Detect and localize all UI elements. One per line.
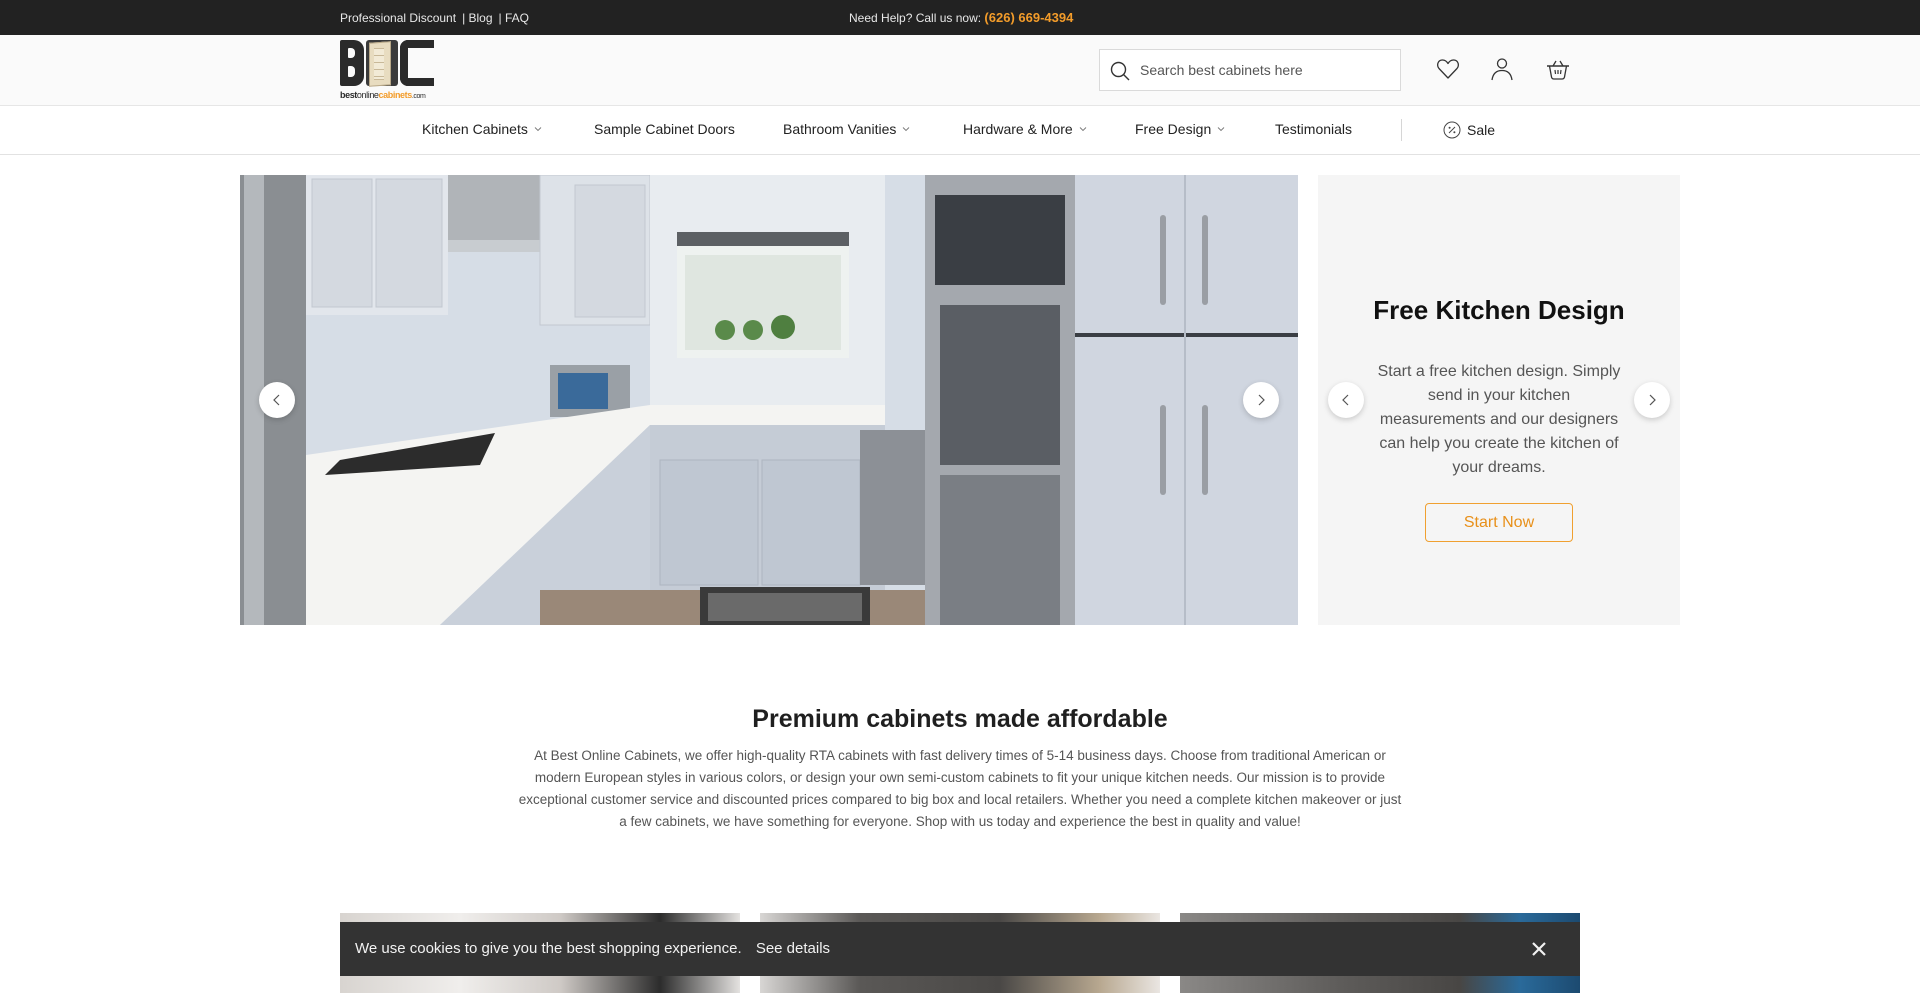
hero-prev-button[interactable] [259, 382, 295, 418]
free-design-promo: Free Kitchen Design Start a free kitchen… [1318, 175, 1680, 625]
search-box[interactable] [1099, 49, 1401, 91]
chevron-left-icon [273, 394, 280, 406]
logo-letter-b [340, 40, 364, 86]
nav-bathroom-vanities-label: Bathroom Vanities [783, 121, 897, 137]
chevron-down-icon [1079, 127, 1087, 132]
nav-sale-label: Sale [1467, 122, 1496, 138]
promo-title: Free Kitchen Design [1373, 295, 1625, 325]
nav-testimonials-label: Testimonials [1275, 121, 1353, 137]
logo-letter-c [400, 40, 434, 86]
chevron-down-icon [534, 127, 542, 132]
top-bar: Professional Discount | Blog | FAQ Need … [0, 0, 1920, 35]
start-now-button[interactable]: Start Now [1425, 503, 1573, 542]
nav-sample-cabinet-doors-label: Sample Cabinet Doors [594, 121, 735, 137]
nav-bathroom-vanities[interactable]: Bathroom Vanities [783, 121, 910, 137]
chevron-down-icon [1217, 127, 1225, 132]
nav-testimonials[interactable]: Testimonials [1275, 121, 1352, 137]
top-links: Professional Discount | Blog | FAQ [340, 11, 529, 25]
faq-link[interactable]: | FAQ [499, 11, 529, 25]
cookie-message-row: We use cookies to give you the best shop… [355, 940, 830, 957]
chevron-right-icon [1258, 394, 1265, 406]
nav-kitchen-cabinets-label: Kitchen Cabinets [422, 121, 528, 137]
chevron-right-icon [1649, 394, 1656, 406]
blog-link[interactable]: | Blog [462, 11, 492, 25]
logo-url-online: online [356, 90, 379, 100]
intro-title: Premium cabinets made affordable [752, 705, 1168, 733]
nav-hardware-more-label: Hardware & More [963, 121, 1073, 137]
heart-icon[interactable] [1435, 56, 1461, 82]
intro-text: At Best Online Cabinets, we offer high-q… [518, 748, 1402, 829]
hero-kitchen-image [240, 175, 1298, 625]
phone-link[interactable]: (626) 669-4394 [984, 10, 1073, 25]
cookie-banner: We use cookies to give you the best shop… [340, 922, 1580, 976]
cookie-details-link[interactable]: See details [756, 940, 830, 957]
chevron-left-icon [1342, 394, 1349, 406]
nav-sale[interactable]: Sale [1443, 121, 1495, 139]
logo-cabinet-door-icon [366, 40, 398, 86]
logo-url: bestonlinecabinets.com [340, 90, 426, 100]
promo-text: Start a free kitchen design. Simply send… [1377, 363, 1621, 476]
promo-next-button[interactable] [1634, 382, 1670, 418]
logo-url-cabinets: cabinets [378, 90, 413, 100]
professional-discount-link[interactable]: Professional Discount [340, 11, 456, 25]
nav-sample-cabinet-doors[interactable]: Sample Cabinet Doors [594, 121, 735, 137]
search-icon [1110, 61, 1130, 81]
percent-badge-icon [1443, 121, 1461, 139]
logo-mark [340, 40, 434, 88]
hero-carousel [240, 175, 1298, 625]
help-line: Need Help? Call us now: (626) 669-4394 [849, 10, 1073, 25]
nav-free-design-label: Free Design [1135, 121, 1212, 137]
hero-next-button[interactable] [1243, 382, 1279, 418]
nav-kitchen-cabinets[interactable]: Kitchen Cabinets [422, 121, 542, 137]
chevron-down-icon [903, 127, 910, 132]
main-nav: Kitchen Cabinets Sample Cabinet Doors Ba… [0, 106, 1920, 155]
site-header: bestonlinecabinets.com [0, 35, 1920, 106]
user-icon[interactable] [1489, 56, 1515, 82]
nav-divider [1401, 119, 1402, 141]
help-text: Need Help? Call us now: [849, 11, 982, 25]
logo-url-best: best [340, 90, 357, 100]
nav-free-design[interactable]: Free Design [1135, 121, 1225, 137]
logo-url-com: .com [411, 93, 426, 100]
promo-prev-button[interactable] [1328, 382, 1364, 418]
logo[interactable]: bestonlinecabinets.com [340, 40, 436, 100]
basket-icon[interactable] [1545, 56, 1571, 82]
close-icon[interactable] [1528, 938, 1550, 960]
nav-hardware-more[interactable]: Hardware & More [963, 121, 1087, 137]
cookie-message: We use cookies to give you the best shop… [355, 940, 742, 957]
search-input[interactable] [1140, 50, 1390, 90]
